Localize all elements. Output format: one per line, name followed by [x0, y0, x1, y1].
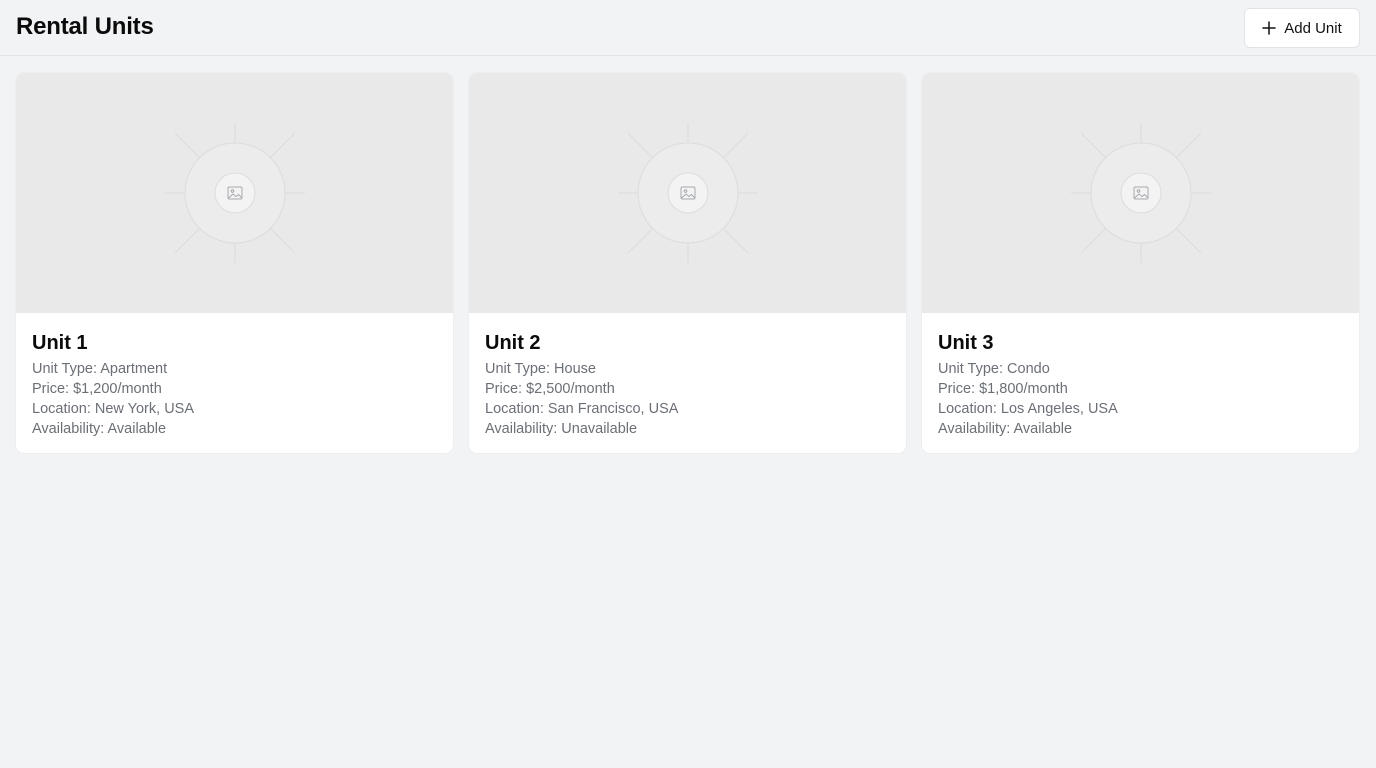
unit-availability: Availability: Available	[32, 421, 167, 437]
unit-price: Price: $2,500/month	[485, 381, 615, 397]
unit-location: Location: San Francisco, USA	[485, 401, 679, 417]
unit-price: Price: $1,200/month	[32, 381, 162, 397]
page-title: Rental Units	[16, 13, 154, 40]
unit-price: Price: $1,800/month	[938, 381, 1068, 397]
unit-image-placeholder	[16, 73, 453, 313]
unit-type: Unit Type: Condo	[938, 361, 1050, 377]
unit-image-placeholder	[922, 73, 1359, 313]
unit-card[interactable]: Unit 1 Unit Type: Apartment Price: $1,20…	[16, 73, 453, 453]
unit-availability: Availability: Unavailable	[485, 421, 638, 437]
add-unit-button[interactable]: Add Unit	[1244, 8, 1360, 48]
unit-card-body: Unit 3 Unit Type: Condo Price: $1,800/mo…	[922, 313, 1359, 439]
unit-card-body: Unit 2 Unit Type: House Price: $2,500/mo…	[469, 313, 906, 439]
unit-card[interactable]: Unit 3 Unit Type: Condo Price: $1,800/mo…	[922, 73, 1359, 453]
unit-location: Location: New York, USA	[32, 401, 195, 417]
page-header: Rental Units Add Unit	[0, 0, 1376, 56]
image-placeholder-icon	[164, 123, 305, 263]
unit-card-grid: Unit 1 Unit Type: Apartment Price: $1,20…	[16, 73, 1360, 453]
unit-title: Unit 1	[32, 332, 88, 354]
unit-title: Unit 2	[485, 332, 541, 354]
unit-type: Unit Type: House	[485, 361, 596, 377]
unit-type: Unit Type: Apartment	[32, 361, 168, 377]
unit-availability: Availability: Available	[938, 421, 1073, 437]
unit-image-placeholder	[469, 73, 906, 313]
unit-card[interactable]: Unit 2 Unit Type: House Price: $2,500/mo…	[469, 73, 906, 453]
unit-title: Unit 3	[938, 332, 994, 354]
plus-icon	[1262, 21, 1276, 35]
image-placeholder-icon	[617, 123, 758, 263]
add-unit-label: Add Unit	[1284, 19, 1342, 37]
unit-location: Location: Los Angeles, USA	[938, 401, 1118, 417]
image-placeholder-icon	[1070, 123, 1211, 263]
unit-card-body: Unit 1 Unit Type: Apartment Price: $1,20…	[16, 313, 453, 439]
